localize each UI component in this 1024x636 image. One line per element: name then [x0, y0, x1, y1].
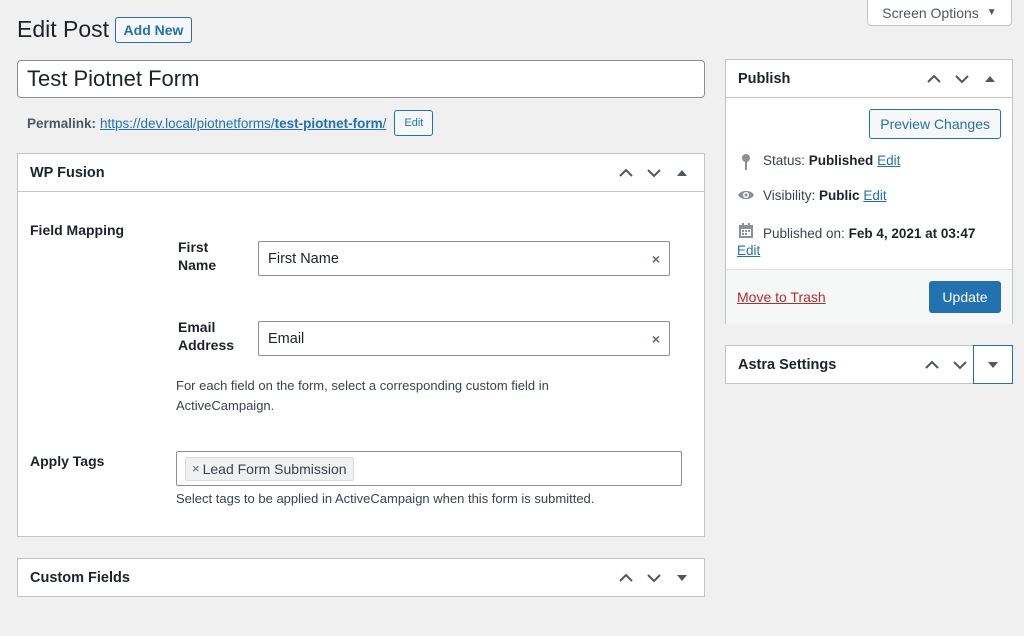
wp-fusion-header[interactable]: WP Fusion — [18, 154, 704, 192]
published-label: Published on: — [763, 226, 845, 241]
status-edit-link[interactable]: Edit — [877, 153, 900, 168]
visibility-value: Public — [819, 188, 860, 203]
publish-actions: Move to Trash Update — [726, 269, 1012, 324]
published-value: Feb 4, 2021 at 03:47 — [848, 226, 976, 241]
move-down-icon[interactable] — [640, 155, 668, 191]
publish-header[interactable]: Publish — [726, 60, 1012, 98]
permalink-row: Permalink: https://dev.local/piotnetform… — [27, 110, 434, 136]
screen-options-toggle[interactable]: Screen Options ▼ — [867, 0, 1012, 26]
custom-fields-metabox: Custom Fields — [17, 558, 705, 597]
remove-tag-icon[interactable]: × — [192, 461, 200, 476]
email-address-label: Email Address — [178, 318, 234, 354]
field-mapping-description: For each field on the form, select a cor… — [176, 376, 549, 416]
visibility-text: Visibility: Public Edit — [763, 188, 887, 203]
add-new-button[interactable]: Add New — [115, 17, 192, 43]
status-row: Status: Published Edit — [737, 153, 900, 171]
move-down-icon[interactable] — [640, 560, 668, 596]
published-on-row: Published on: Feb 4, 2021 at 03:47 — [737, 223, 1007, 244]
move-up-icon[interactable] — [918, 347, 946, 383]
email-label-line2: Address — [178, 337, 235, 353]
preview-changes-button[interactable]: Preview Changes — [869, 109, 1001, 139]
permalink-label: Permalink: — [27, 115, 97, 131]
collapse-toggle-icon[interactable] — [668, 155, 696, 191]
page-title: Edit Post — [17, 16, 110, 42]
first-name-select[interactable]: First Name × — [258, 241, 670, 276]
apply-tags-description: Select tags to be applied in ActiveCampa… — [176, 491, 595, 506]
permalink-edit-button[interactable]: Edit — [394, 110, 434, 136]
custom-fields-title: Custom Fields — [30, 569, 130, 586]
first-name-label-line2: Name — [178, 257, 217, 273]
tag-chip: × Lead Form Submission — [185, 456, 354, 481]
permalink-slug: test-piotnet-form — [274, 115, 383, 131]
mapping-desc-line2: ActiveCampaign. — [176, 398, 275, 413]
field-mapping-label: Field Mapping — [30, 222, 125, 238]
tag-label: Lead Form Submission — [202, 460, 347, 477]
expand-toggle-icon[interactable] — [973, 345, 1013, 384]
collapse-toggle-icon[interactable] — [976, 61, 1004, 97]
eye-icon — [737, 188, 755, 202]
permalink-base: https://dev.local/piotnetforms/ — [100, 115, 275, 131]
publish-metabox: Publish Preview Changes Status: Publishe… — [725, 59, 1013, 324]
clear-icon[interactable]: × — [652, 331, 660, 347]
email-select-value: Email — [268, 330, 305, 347]
status-value: Published — [808, 153, 874, 168]
move-up-icon[interactable] — [920, 61, 948, 97]
status-text: Status: Published Edit — [763, 153, 900, 168]
apply-tags-label: Apply Tags — [30, 453, 105, 469]
pin-icon — [737, 153, 755, 171]
screen-options-label: Screen Options — [882, 4, 979, 21]
first-name-label-line1: First — [178, 239, 209, 255]
visibility-row: Visibility: Public Edit — [737, 188, 887, 203]
wp-fusion-metabox: WP Fusion Field Mapping First Name First… — [17, 153, 705, 537]
mapping-desc-line1: For each field on the form, select a cor… — [176, 378, 549, 393]
email-select[interactable]: Email × — [258, 321, 670, 356]
permalink-link[interactable]: https://dev.local/piotnetforms/test-piot… — [100, 116, 386, 131]
post-title-input[interactable]: Test Piotnet Form — [17, 60, 705, 98]
expand-toggle-icon[interactable] — [668, 560, 696, 596]
astra-settings-header[interactable]: Astra Settings — [726, 345, 1013, 384]
move-up-icon[interactable] — [612, 560, 640, 596]
first-name-select-value: First Name — [268, 250, 339, 267]
move-up-icon[interactable] — [612, 155, 640, 191]
calendar-icon — [737, 223, 755, 239]
status-label: Status: — [763, 153, 806, 168]
permalink-trailing: / — [382, 115, 387, 131]
published-edit-link[interactable]: Edit — [737, 243, 760, 258]
caret-down-icon: ▼ — [986, 7, 997, 18]
move-down-icon[interactable] — [946, 347, 974, 383]
move-to-trash-link[interactable]: Move to Trash — [737, 289, 826, 305]
custom-fields-header[interactable]: Custom Fields — [18, 559, 704, 596]
apply-tags-input[interactable]: × Lead Form Submission — [176, 451, 682, 486]
update-button[interactable]: Update — [929, 281, 1001, 313]
visibility-label: Visibility: — [763, 188, 816, 203]
astra-settings-title: Astra Settings — [738, 356, 837, 373]
published-on-text: Published on: Feb 4, 2021 at 03:47 — [763, 223, 975, 244]
move-down-icon[interactable] — [948, 61, 976, 97]
first-name-label: First Name — [178, 238, 216, 274]
visibility-edit-link[interactable]: Edit — [863, 188, 886, 203]
publish-title: Publish — [738, 70, 791, 87]
clear-icon[interactable]: × — [652, 251, 660, 267]
email-label-line1: Email — [178, 319, 216, 335]
wp-fusion-title: WP Fusion — [30, 164, 105, 181]
astra-settings-metabox: Astra Settings — [725, 345, 1013, 384]
